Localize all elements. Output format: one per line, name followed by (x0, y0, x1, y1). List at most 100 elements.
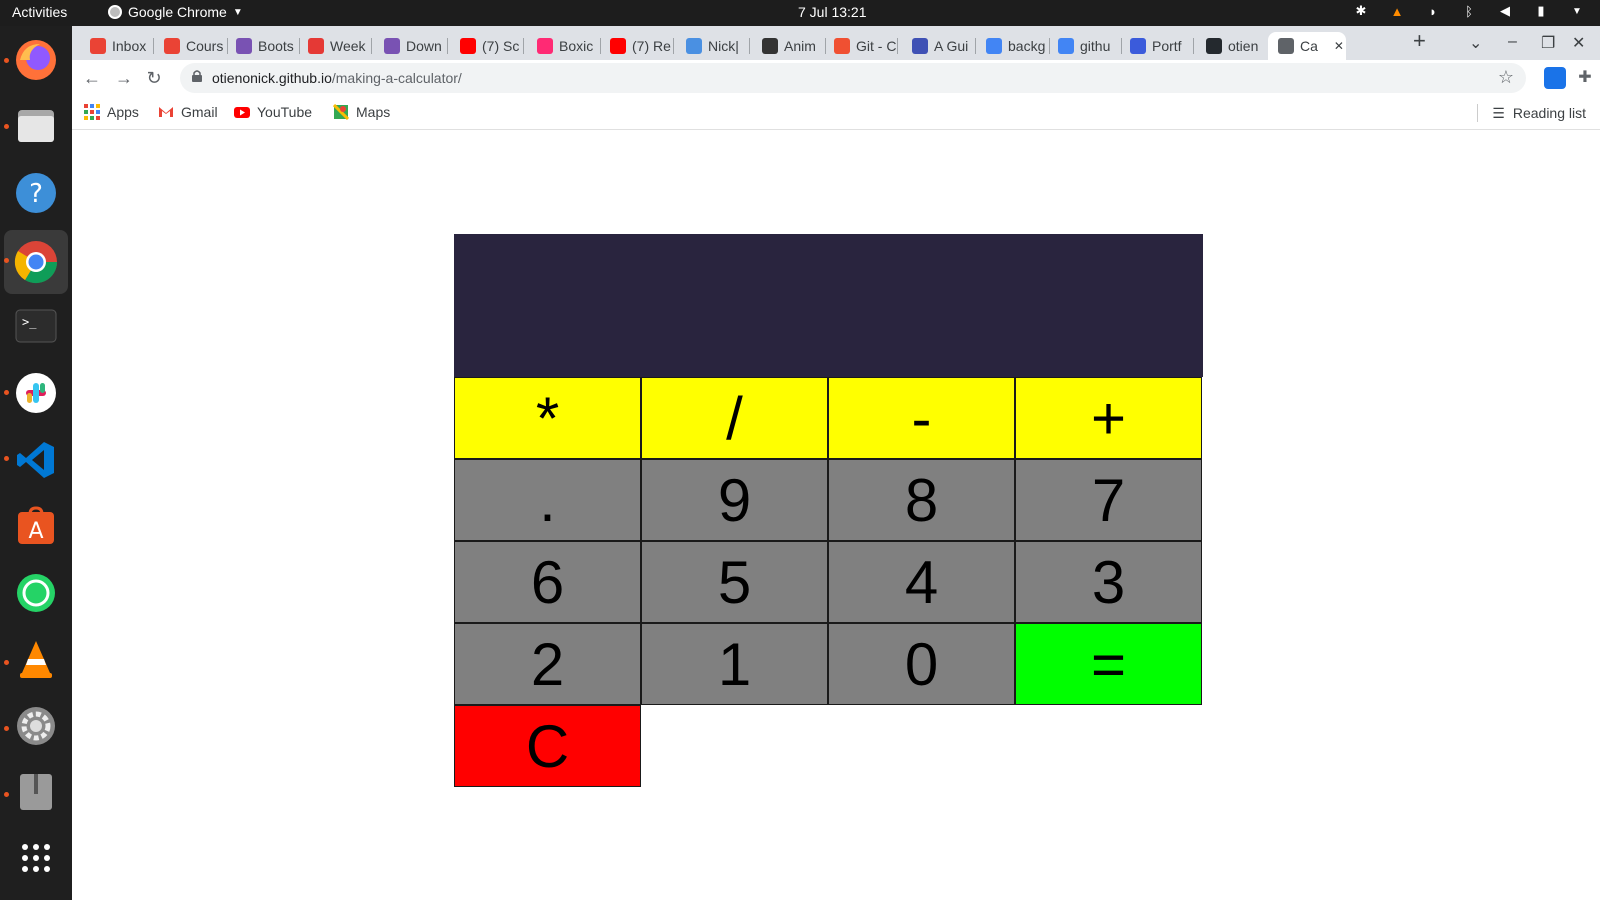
key-divide-button[interactable]: / (641, 377, 828, 459)
tab-8[interactable]: Nick| (676, 32, 750, 60)
tab-15[interactable]: otien (1196, 32, 1270, 60)
chevron-down-icon[interactable]: ▼ (1568, 6, 1586, 17)
tab-label: (7) Re (632, 38, 671, 54)
chrome-dock-icon[interactable] (4, 230, 68, 294)
dotted-circle-icon (308, 38, 324, 54)
key-subtract-button[interactable]: - (828, 377, 1015, 459)
minimize-button[interactable]: – (1508, 33, 1517, 51)
site-icon (686, 38, 702, 54)
running-indicator (4, 58, 9, 63)
address-bar[interactable]: otienonick.github.io/making-a-calculator… (180, 63, 1526, 93)
key-add-button[interactable]: + (1015, 377, 1202, 459)
key-equals-button[interactable]: = (1015, 623, 1202, 705)
svg-text:A: A (28, 519, 43, 544)
volume-icon[interactable]: ◀ (1496, 3, 1514, 19)
new-tab-button[interactable]: + (1413, 28, 1426, 54)
files-icon[interactable] (12, 102, 60, 150)
tab-strip: Inbox Cours Boots Week Down (7) Sc Boxic (7) Re… (72, 26, 1600, 60)
keypad-row: 2 1 0 = (454, 623, 1203, 705)
wifi-icon[interactable]: ◗ (1424, 4, 1442, 19)
tab-10[interactable]: Git - C (824, 32, 898, 60)
tab-12[interactable]: backg (976, 32, 1050, 60)
tab-4[interactable]: Down (374, 32, 448, 60)
vlc-icon[interactable] (12, 635, 60, 683)
tab-6[interactable]: Boxic (527, 32, 601, 60)
apps-grid-icon (84, 104, 100, 120)
youtube-icon (460, 38, 476, 54)
firefox-icon[interactable] (12, 36, 60, 84)
tab-3[interactable]: Week (298, 32, 372, 60)
tab-16[interactable]: Ca ✕ (1268, 32, 1346, 60)
vscode-icon[interactable] (12, 436, 60, 484)
key-3-button[interactable]: 3 (1015, 541, 1202, 623)
key-6-button[interactable]: 6 (454, 541, 641, 623)
reload-icon[interactable]: ↻ (142, 66, 166, 90)
software-center-icon[interactable]: A (12, 502, 60, 550)
key-0-button[interactable]: 0 (828, 623, 1015, 705)
key-9-button[interactable]: 9 (641, 459, 828, 541)
url-text[interactable]: otienonick.github.io/making-a-calculator… (212, 70, 462, 86)
close-tab-icon[interactable]: ✕ (1334, 39, 1344, 53)
tab-5[interactable]: (7) Sc (450, 32, 524, 60)
activities-button[interactable]: Activities (12, 4, 67, 20)
lock-icon[interactable] (192, 70, 202, 82)
slack-icon[interactable] (12, 369, 60, 417)
youtube-icon (610, 38, 626, 54)
tab-search-icon[interactable]: ⌄ (1469, 33, 1482, 53)
show-applications-icon[interactable] (12, 834, 60, 882)
site-icon (762, 38, 778, 54)
bookmark-gmail[interactable]: Gmail (158, 104, 218, 120)
reading-list-button[interactable]: ☰ Reading list (1477, 104, 1586, 122)
settings-icon[interactable] (12, 702, 60, 750)
tab-label: Cours (186, 38, 224, 54)
tab-13[interactable]: githu (1048, 32, 1122, 60)
restore-button[interactable]: ❐ (1541, 33, 1555, 53)
app-menu[interactable]: Google Chrome ▼ (108, 4, 243, 20)
terminal-icon[interactable]: >_ (12, 302, 60, 350)
vlc-tray-icon[interactable]: ▲ (1388, 4, 1406, 19)
system-tray[interactable]: ✱ ▲ ◗ ᛒ ◀ ▮ ▼ (1352, 3, 1586, 19)
gmail-icon (159, 107, 173, 117)
archive-manager-icon[interactable] (12, 768, 60, 816)
calculator: * / - +. 9 8 7 6 5 4 3 2 1 0 = C (454, 234, 1203, 787)
tab-14[interactable]: Portf (1120, 32, 1194, 60)
key-multiply-button[interactable]: * (454, 377, 641, 459)
key-decimal-button[interactable]: . (454, 459, 641, 541)
key-4-button[interactable]: 4 (828, 541, 1015, 623)
slack-tray-icon[interactable]: ✱ (1352, 3, 1370, 19)
extension-icon[interactable] (1544, 67, 1566, 89)
whatsapp-icon[interactable] (12, 569, 60, 617)
key-7-button[interactable]: 7 (1015, 459, 1202, 541)
bookmark-maps[interactable]: Maps (333, 104, 390, 120)
tab-label: Ca (1300, 38, 1318, 54)
help-icon[interactable]: ? (12, 169, 60, 217)
close-window-button[interactable]: ✕ (1572, 33, 1585, 53)
tab-label: Nick| (708, 38, 739, 54)
back-arrow-icon[interactable]: ← (80, 66, 104, 90)
extensions-puzzle-icon[interactable]: ✚ (1574, 67, 1596, 89)
key-8-button[interactable]: 8 (828, 459, 1015, 541)
clock[interactable]: 7 Jul 13:21 (798, 4, 867, 20)
bookmark-youtube[interactable]: YouTube (234, 104, 312, 120)
tab-7[interactable]: (7) Re (600, 32, 674, 60)
key-clear-button[interactable]: C (454, 705, 641, 787)
battery-icon[interactable]: ▮ (1532, 3, 1550, 19)
tab-0[interactable]: Inbox (80, 32, 154, 60)
running-indicator (4, 792, 9, 797)
running-indicator (4, 124, 9, 129)
bluetooth-icon[interactable]: ᛒ (1460, 4, 1478, 19)
key-2-button[interactable]: 2 (454, 623, 641, 705)
tab-9[interactable]: Anim (752, 32, 826, 60)
bookmark-apps[interactable]: Apps (84, 104, 139, 120)
tab-1[interactable]: Cours (154, 32, 228, 60)
bookmarks-bar: Apps Gmail YouTube Maps ☰ Reading list (72, 96, 1600, 130)
bookmark-label: Maps (356, 104, 391, 120)
key-1-button[interactable]: 1 (641, 623, 828, 705)
key-5-button[interactable]: 5 (641, 541, 828, 623)
tab-11[interactable]: A Gui (902, 32, 976, 60)
bootstrap-icon (236, 38, 252, 54)
bookmark-label: YouTube (257, 104, 313, 120)
bookmark-star-icon[interactable]: ☆ (1498, 67, 1514, 88)
forward-arrow-icon[interactable]: → (112, 66, 136, 90)
tab-2[interactable]: Boots (226, 32, 300, 60)
